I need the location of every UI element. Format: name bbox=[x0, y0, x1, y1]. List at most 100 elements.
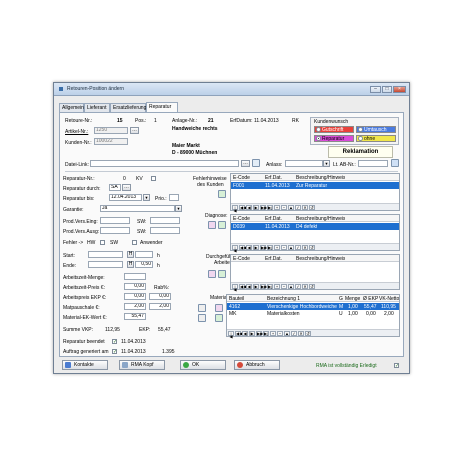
diagnose-add-icon[interactable] bbox=[218, 221, 226, 229]
nav-delete-button[interactable]: − bbox=[281, 205, 287, 210]
nav-next-button[interactable]: ▶ bbox=[249, 331, 255, 336]
calendar-icon[interactable] bbox=[391, 159, 399, 167]
matek-input[interactable]: 55,47 bbox=[124, 313, 146, 320]
nav-add-button[interactable]: + bbox=[270, 331, 276, 336]
tab-reparatur[interactable]: Reparatur bbox=[146, 102, 178, 112]
diagnose-view-icon[interactable] bbox=[208, 221, 216, 229]
material-grid[interactable]: Bauteil Bezeichnung 1 G Menge Ø EKP VK-N… bbox=[226, 294, 400, 339]
nav-prevpage-button[interactable]: ◀◀ bbox=[239, 245, 246, 250]
anlass-dropdown-icon[interactable]: ▼ bbox=[323, 160, 330, 167]
close-button[interactable]: × bbox=[393, 86, 406, 93]
nav-post-button[interactable]: ✓ bbox=[295, 205, 301, 210]
nav-first-button[interactable]: |◀ bbox=[232, 245, 238, 253]
material-down-icon[interactable] bbox=[198, 314, 206, 322]
ausg-input[interactable] bbox=[100, 227, 130, 234]
maximize-button[interactable]: □ bbox=[382, 86, 392, 93]
hw-checkbox[interactable] bbox=[100, 240, 105, 245]
fehler-add-icon[interactable] bbox=[218, 190, 226, 198]
nav-last-button[interactable]: ▶| bbox=[267, 205, 273, 210]
ek-input[interactable]: 0,00 bbox=[124, 293, 146, 300]
nav-add-button[interactable]: + bbox=[274, 205, 280, 210]
nav-first-button[interactable]: |◀ bbox=[228, 331, 234, 339]
start-h-button[interactable]: H bbox=[127, 251, 134, 258]
garantie-select[interactable]: Ja bbox=[100, 205, 175, 212]
nav-cancel-button[interactable]: ✕ bbox=[298, 331, 304, 336]
ende-input[interactable] bbox=[88, 261, 123, 268]
table-row[interactable]: 4162 Vierschenkige Hochbordweiche M 1,00… bbox=[227, 303, 399, 310]
nav-edit-button[interactable]: ▲ bbox=[288, 284, 294, 289]
nav-prev-button[interactable]: ◀ bbox=[246, 205, 252, 210]
kv-checkbox[interactable] bbox=[151, 176, 156, 181]
ok-button[interactable]: OK bbox=[180, 360, 226, 370]
nav-cancel-button[interactable]: ✕ bbox=[302, 205, 308, 210]
nav-post-button[interactable]: ✓ bbox=[295, 245, 301, 250]
nav-refresh-button[interactable]: ↺ bbox=[305, 331, 311, 336]
nav-cancel-button[interactable]: ✕ bbox=[302, 245, 308, 250]
nav-last-button[interactable]: ▶| bbox=[267, 245, 273, 250]
nav-edit-button[interactable]: ▲ bbox=[288, 245, 294, 250]
tab-lieferant[interactable]: Lieferant bbox=[84, 103, 110, 112]
ende-h-button[interactable]: H bbox=[127, 261, 134, 268]
umtausch-radio[interactable] bbox=[358, 127, 363, 132]
table-row[interactable]: F001 11.04.2013 Zur Reparatur bbox=[231, 182, 399, 189]
material-view-icon[interactable] bbox=[215, 304, 223, 312]
lt-ab-input[interactable] bbox=[358, 160, 388, 167]
nav-nextpage-button[interactable]: ▶▶ bbox=[260, 205, 267, 210]
rep-durch-input[interactable]: SA bbox=[109, 184, 121, 191]
nav-edit-button[interactable]: ▲ bbox=[284, 331, 290, 336]
nav-add-button[interactable]: + bbox=[274, 284, 280, 289]
rep-bis-input[interactable]: 12.04.2013 bbox=[109, 194, 142, 201]
nav-add-button[interactable]: + bbox=[274, 245, 280, 250]
nav-prev-button[interactable]: ◀ bbox=[246, 284, 252, 289]
auftrag-checkbox[interactable]: ✓ bbox=[112, 349, 117, 355]
artikel-label[interactable]: Artikel-Nr.: bbox=[65, 129, 88, 135]
nav-first-button[interactable]: |◀ bbox=[232, 205, 238, 213]
nav-post-button[interactable]: ✓ bbox=[291, 331, 297, 336]
artikel-input[interactable]: 1250 bbox=[94, 127, 128, 134]
start-input[interactable] bbox=[88, 251, 123, 258]
nav-prev-button[interactable]: ◀ bbox=[242, 331, 248, 336]
title-bar[interactable]: Retouren-Position ändern – □ × bbox=[54, 83, 409, 96]
reparatur-option[interactable]: Reparatur bbox=[314, 135, 354, 142]
nav-delete-button[interactable]: − bbox=[277, 331, 283, 336]
mat-input-2[interactable]: 2,00 bbox=[149, 303, 171, 310]
material-up-icon[interactable] bbox=[198, 304, 206, 312]
nav-prev-button[interactable]: ◀ bbox=[246, 245, 252, 250]
kunden-input[interactable]: 100022 bbox=[94, 138, 128, 145]
fehlerhinweise-grid[interactable]: E-Code Erf.Dat. Beschreibung/Hinweis F00… bbox=[230, 173, 400, 213]
erledigt-checkbox[interactable]: ✓ bbox=[394, 363, 399, 369]
garantie-dropdown-icon[interactable]: ▼ bbox=[175, 205, 182, 212]
nav-refresh-button[interactable]: ↺ bbox=[309, 284, 315, 289]
nav-last-button[interactable]: ▶| bbox=[263, 331, 269, 336]
gutschrift-radio[interactable] bbox=[316, 127, 321, 132]
nav-first-button[interactable]: |◀ bbox=[232, 284, 238, 292]
arbeiten-view-icon[interactable] bbox=[208, 270, 216, 278]
rep-durch-lookup-button[interactable]: … bbox=[122, 184, 131, 191]
arbeiten-grid[interactable]: E-Code Erf.Dat. Beschreibung/Hinweis |◀ … bbox=[230, 254, 400, 292]
umtausch-option[interactable]: Umtausch bbox=[356, 126, 396, 133]
table-row[interactable]: MK Materialkosten U 1,00 0,00 2,00 bbox=[227, 310, 399, 317]
anwender-checkbox[interactable] bbox=[132, 240, 137, 245]
menge-input[interactable] bbox=[124, 273, 146, 280]
datei-link-input[interactable] bbox=[90, 160, 239, 167]
diagnose-grid[interactable]: E-Code Erf.Dat. Beschreibung/Hinweis D03… bbox=[230, 214, 400, 253]
nav-last-button[interactable]: ▶| bbox=[267, 284, 273, 289]
ohne-radio[interactable] bbox=[358, 136, 363, 141]
rma-kopf-button[interactable]: RMA Kopf bbox=[119, 360, 165, 370]
preis-input[interactable]: 0,00 bbox=[124, 283, 146, 290]
beendet-checkbox[interactable]: ✓ bbox=[112, 339, 117, 345]
nav-refresh-button[interactable]: ↺ bbox=[309, 205, 315, 210]
material-add-icon[interactable] bbox=[215, 314, 223, 322]
arbeiten-add-icon[interactable] bbox=[218, 270, 226, 278]
nav-nextpage-button[interactable]: ▶▶ bbox=[260, 284, 267, 289]
nav-prevpage-button[interactable]: ◀◀ bbox=[239, 284, 246, 289]
reparatur-radio[interactable] bbox=[316, 136, 321, 141]
ende-hours-input[interactable]: 0,50 bbox=[135, 261, 153, 268]
start-time-input[interactable] bbox=[135, 251, 153, 258]
ausg-sw-input[interactable] bbox=[150, 227, 180, 234]
nav-edit-button[interactable]: ▲ bbox=[288, 205, 294, 210]
ohne-option[interactable]: ohne bbox=[356, 135, 396, 142]
prio-input[interactable] bbox=[169, 194, 179, 201]
artikel-lookup-button[interactable]: … bbox=[130, 127, 139, 134]
nav-next-button[interactable]: ▶ bbox=[253, 205, 259, 210]
